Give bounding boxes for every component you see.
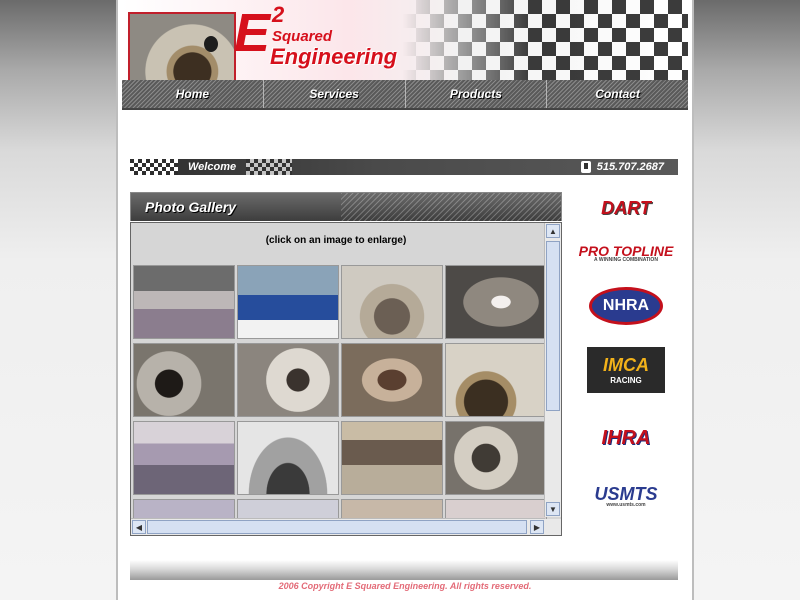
gallery-thumbnail[interactable] bbox=[445, 265, 547, 339]
main-nav: Home Services Products Contact bbox=[122, 80, 688, 110]
sponsor-dart-logo[interactable]: DART bbox=[576, 194, 676, 222]
page-container: E 2 Squared Engineering Home Services Pr… bbox=[116, 0, 694, 600]
gallery-thumbnail[interactable] bbox=[237, 421, 339, 495]
horizontal-scrollbar[interactable]: ◀ ▶ bbox=[131, 518, 545, 535]
site-header: E 2 Squared Engineering bbox=[122, 0, 688, 80]
nav-contact[interactable]: Contact bbox=[546, 80, 688, 108]
checker-decoration bbox=[130, 159, 178, 175]
phone-number: 515.707.2687 bbox=[596, 161, 664, 173]
sponsor-imca-logo[interactable]: IMCA RACING bbox=[576, 346, 676, 394]
imca-badge: IMCA RACING bbox=[587, 347, 665, 393]
sponsor-usmts-logo[interactable]: USMTS www.usmts.com bbox=[576, 476, 676, 516]
gallery-thumbnail[interactable] bbox=[445, 421, 547, 495]
sponsor-nhra-logo[interactable]: NHRA bbox=[576, 286, 676, 326]
usmts-url: www.usmts.com bbox=[606, 501, 646, 508]
checker-decoration bbox=[246, 159, 293, 175]
logo-squared: Squared bbox=[272, 28, 333, 45]
nav-products[interactable]: Products bbox=[404, 80, 547, 108]
horizontal-scroll-thumb[interactable] bbox=[147, 520, 527, 534]
nav-home[interactable]: Home bbox=[122, 80, 263, 108]
cylinder-head-photo bbox=[128, 12, 236, 80]
sponsor-ihra-logo[interactable]: IHRA bbox=[576, 416, 676, 460]
gallery-title: Photo Gallery bbox=[145, 199, 237, 215]
gallery-thumbnail[interactable] bbox=[133, 421, 235, 495]
logo-engineering: Engineering bbox=[270, 44, 398, 69]
imca-name: IMCA bbox=[603, 355, 649, 375]
phone-icon bbox=[580, 161, 591, 173]
vertical-scrollbar[interactable]: ▲ ▼ bbox=[544, 223, 561, 517]
chevron-right-icon[interactable]: ▶ bbox=[530, 520, 544, 534]
gallery-thumbnail[interactable] bbox=[237, 343, 339, 417]
gallery-thumbnail[interactable] bbox=[237, 265, 339, 339]
gallery-thumbnail[interactable] bbox=[341, 343, 443, 417]
imca-sub: RACING bbox=[610, 376, 642, 385]
stripe-decoration bbox=[341, 193, 561, 221]
gallery-header: Photo Gallery bbox=[130, 192, 562, 221]
chevron-up-icon[interactable]: ▲ bbox=[546, 224, 560, 238]
gallery-thumbnail[interactable] bbox=[341, 265, 443, 339]
gallery-instructions: (click on an image to enlarge) bbox=[265, 235, 407, 246]
pro-topline-name: PRO TOPLINE bbox=[578, 242, 674, 259]
logo-superscript: 2 bbox=[272, 2, 285, 27]
gallery-thumbnail[interactable] bbox=[445, 343, 547, 417]
chevron-down-icon[interactable]: ▼ bbox=[546, 502, 560, 516]
welcome-label: Welcome bbox=[188, 161, 237, 173]
logo-letter: E bbox=[234, 3, 271, 63]
scrollbar-corner bbox=[545, 519, 561, 535]
thumbnail-grid bbox=[133, 265, 547, 535]
footer-bar bbox=[130, 560, 678, 580]
copyright-text: 2006 Copyright E Squared Engineering. Al… bbox=[278, 581, 532, 591]
nhra-name: NHRA bbox=[589, 287, 663, 325]
gallery-thumbnail[interactable] bbox=[133, 265, 235, 339]
gallery-thumbnail[interactable] bbox=[133, 343, 235, 417]
phone-number-block: 515.707.2687 bbox=[580, 159, 664, 175]
chevron-left-icon[interactable]: ◀ bbox=[132, 520, 146, 534]
nav-services[interactable]: Services bbox=[262, 80, 405, 108]
sponsor-pro-topline-logo[interactable]: PRO TOPLINE A WINNING COMBINATION bbox=[576, 236, 676, 270]
vertical-scroll-thumb[interactable] bbox=[546, 241, 560, 411]
usmts-name: USMTS bbox=[594, 483, 658, 504]
checkered-flag-banner bbox=[402, 0, 688, 80]
gallery-frame: (click on an image to enlarge) ▲ ▼ ◀ ▶ bbox=[130, 222, 562, 536]
pro-topline-tagline: A WINNING COMBINATION bbox=[594, 256, 658, 263]
welcome-bar: Welcome 515.707.2687 bbox=[130, 159, 678, 175]
gallery-thumbnail[interactable] bbox=[341, 421, 443, 495]
